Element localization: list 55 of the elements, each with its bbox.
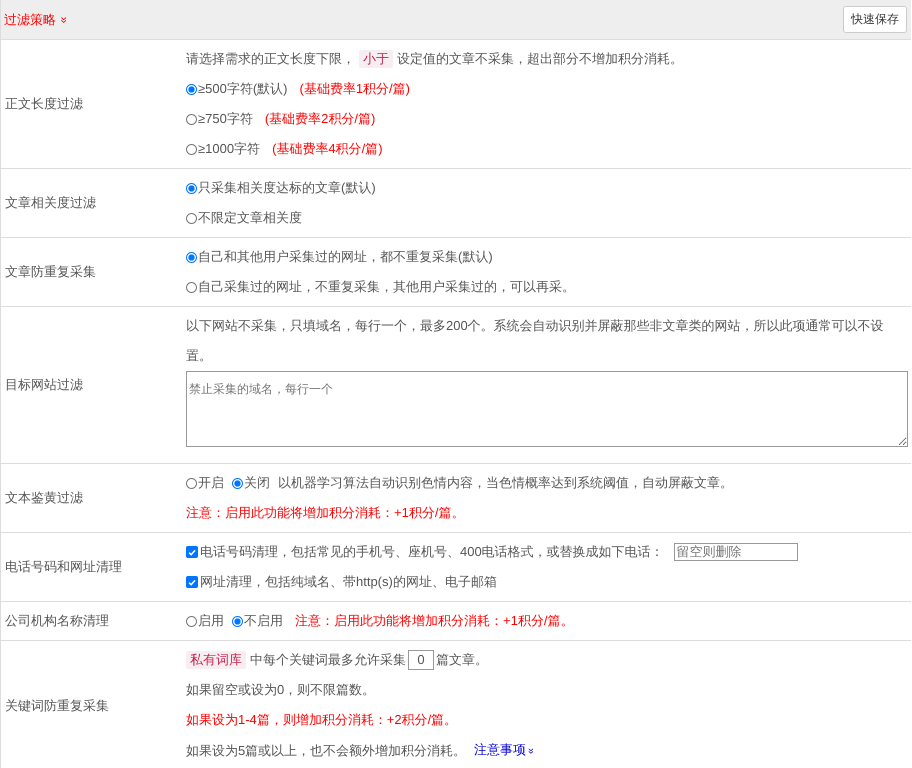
warning-text: (基础费率4积分/篇) [272,140,383,158]
radio-icon[interactable] [186,282,197,292]
description-text: 设定值的文章不采集，超出部分不增加积分消耗。 [397,50,683,68]
setting-label: 文章防重复采集 [5,263,96,281]
highlight-tag: 小于 [359,50,393,68]
radio-option[interactable]: 开启 [186,468,224,498]
radio-option[interactable]: 自己采集过的网址，不重复采集，其他用户采集过的，可以再采。 [186,272,575,302]
radio-icon[interactable] [186,252,197,262]
radio-option[interactable]: 只采集相关度达标的文章(默认) [186,173,376,203]
warning-text: (基础费率1积分/篇) [299,80,410,98]
radio-icon[interactable] [186,84,197,94]
radio-icon[interactable] [186,182,197,194]
highlight-tag: 私有词库 [186,651,246,669]
radio-icon[interactable] [186,144,197,154]
radio-option[interactable]: ≥1000字符 [186,134,260,164]
radio-icon[interactable] [232,478,243,488]
radio-icon[interactable] [186,212,197,224]
radio-icon[interactable] [186,478,197,488]
setting-label: 关键词防重复采集 [5,696,109,714]
setting-label: 文章相关度过滤 [5,194,96,212]
description-text: 请选择需求的正文长度下限， [186,50,355,68]
quick-save-button[interactable]: 快速保存 [843,6,907,33]
description-text: 如果留空或设为0，则不限篇数。 [186,681,376,699]
setting-label: 目标网站过滤 [5,376,83,394]
domain-textarea[interactable]: 禁止采集的域名，每行一个 [186,371,908,447]
radio-option[interactable]: ≥500字符(默认) [186,74,288,104]
warning-text: 注意：启用此功能将增加积分消耗：+1积分/篇。 [295,612,574,630]
checkbox-option[interactable]: 电话号码清理，包括常见的手机号、座机号、400电话格式，或替换成如下电话： [186,537,664,567]
description-text: 中每个关键词最多允许采集 [250,651,406,669]
description-text: 如果设为5篇或以上，也不会额外增加积分消耗。 [186,742,466,760]
warning-text: 如果设为1-4篇，则增加积分消耗：+2积分/篇。 [186,711,458,729]
warning-text: (基础费率2积分/篇) [264,110,376,128]
radio-icon[interactable] [232,616,243,626]
radio-option[interactable]: 自己和其他用户采集过的网址，都不重复采集(默认) [186,242,493,272]
setting-label: 正文长度过滤 [5,95,83,113]
setting-label: 文本鉴黄过滤 [5,489,83,507]
checkbox-icon[interactable] [186,546,198,558]
notes-link[interactable]: 注意事项 » [474,735,534,766]
description-text: 篇文章。 [436,651,488,669]
radio-icon[interactable] [186,616,197,626]
radio-option[interactable]: 启用 [186,606,224,636]
radio-option[interactable]: 不启用 [232,606,283,636]
checkbox-option[interactable]: 网址清理，包括纯域名、带http(s)的网址、电子邮箱 [186,567,497,597]
description-text: 以下网站不采集，只填域名，每行一个，最多200个。系统会自动识别并屏蔽那些非文章类的网站，所以此项通常可以不设置。 [186,318,884,363]
radio-option[interactable]: 关闭 [232,468,270,498]
description-text: 以机器学习算法自动识别色情内容，当色情概率达到系统阈值，自动屏蔽文章。 [278,474,733,492]
warning-text: 注意：启用此功能将增加积分消耗：+1积分/篇。 [186,504,464,522]
radio-option[interactable]: ≥750字符 [186,104,253,134]
checkbox-icon[interactable] [186,576,198,588]
setting-label: 电话号码和网址清理 [5,558,122,576]
radio-icon[interactable] [186,114,197,124]
phone-input-field[interactable]: 留空则删除 [674,543,798,561]
radio-option[interactable]: 不限定文章相关度 [186,203,302,233]
number-input-field[interactable]: 0 [408,650,434,670]
setting-label: 公司机构名称清理 [5,612,109,630]
